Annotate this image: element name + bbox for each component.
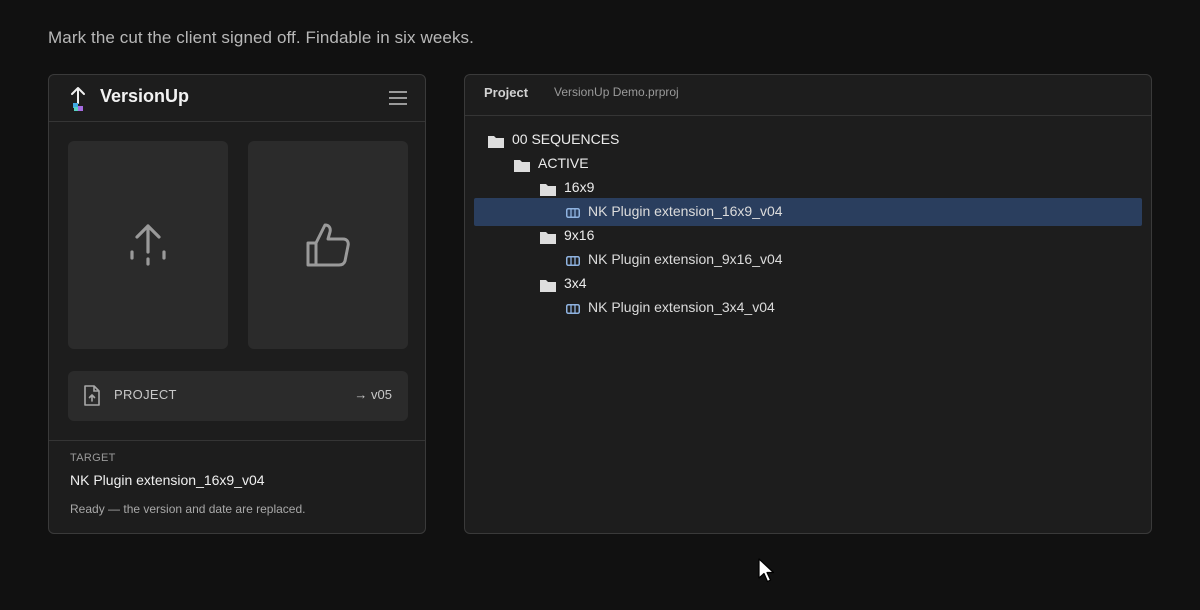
instruction-text: Mark the cut the client signed off. Find… xyxy=(48,28,474,47)
target-name: NK Plugin extension_16x9_v04 xyxy=(70,472,265,488)
sequence-label: NK Plugin extension_3x4_v04 xyxy=(588,299,775,315)
folder-icon xyxy=(540,184,556,196)
mouse-pointer-icon xyxy=(758,558,775,583)
app-title: VersionUp xyxy=(100,86,190,106)
folder-label: 9x16 xyxy=(564,227,595,243)
project-panel-header: Project VersionUp Demo.prproj xyxy=(465,75,1151,116)
version-up-button[interactable] xyxy=(68,141,228,349)
sequence-label: NK Plugin extension_16x9_v04 xyxy=(588,203,783,219)
tab-project[interactable]: Project xyxy=(484,85,528,100)
folder-icon xyxy=(540,232,556,244)
folder-icon xyxy=(488,136,504,148)
project-filename: VersionUp Demo.prproj xyxy=(554,85,679,99)
folder-icon xyxy=(514,160,530,172)
target-status: Ready — the version and date are replace… xyxy=(70,502,306,516)
folder-label: 16x9 xyxy=(564,179,595,195)
project-row[interactable]: PROJECT → v05 xyxy=(68,371,408,421)
versionup-logo-icon xyxy=(71,87,85,111)
sequence-icon xyxy=(566,304,580,314)
folder-label: 00 SEQUENCES xyxy=(512,131,620,147)
sequence-label: NK Plugin extension_9x16_v04 xyxy=(588,251,783,267)
project-file-icon xyxy=(84,385,100,406)
folder-label: ACTIVE xyxy=(538,155,589,171)
project-panel: Project VersionUp Demo.prproj 00 SEQUENC… xyxy=(464,74,1152,534)
project-label: PROJECT xyxy=(114,387,177,402)
sequence-icon xyxy=(566,256,580,266)
hamburger-menu-icon[interactable] xyxy=(389,89,407,107)
thumbs-up-icon xyxy=(306,223,350,267)
arrow-up-icon xyxy=(130,224,166,266)
versionup-panel: VersionUp PROJECT → v05 TARGET NK Plugin… xyxy=(48,74,426,534)
target-label: TARGET xyxy=(70,452,116,464)
versionup-header: VersionUp xyxy=(49,75,425,122)
tree-sequence-row[interactable]: NK Plugin extension_3x4_v04 xyxy=(474,294,1142,322)
folder-label: 3x4 xyxy=(564,275,587,291)
project-next-version: → v05 xyxy=(354,387,392,402)
sequence-icon xyxy=(566,208,580,218)
target-section: TARGET NK Plugin extension_16x9_v04 Read… xyxy=(49,440,425,533)
approve-button[interactable] xyxy=(248,141,408,349)
folder-icon xyxy=(540,280,556,292)
